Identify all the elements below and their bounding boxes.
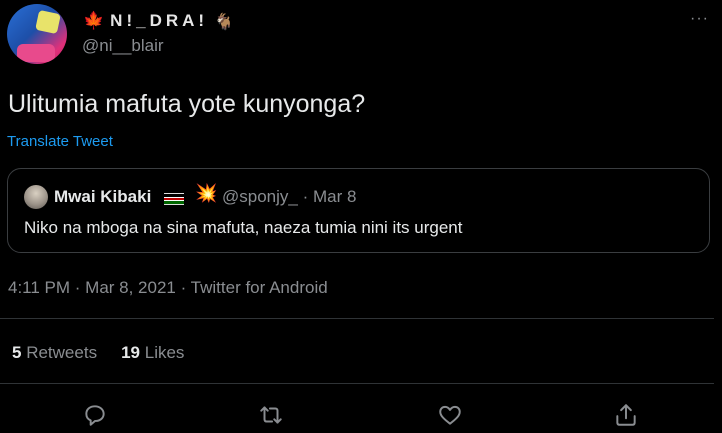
quoted-tweet[interactable]: Mwai Kibaki 💥 @sponjy_ · Mar 8 Niko na m… [7,168,710,253]
likes-label: Likes [144,343,185,362]
likes-stat[interactable]: 19 Likes [121,343,184,362]
tweet-stats: 5 Retweets 19 Likes [12,343,184,363]
retweet-icon[interactable] [258,402,284,428]
author-handle[interactable]: @ni__blair [82,36,164,56]
author-display-name[interactable]: N!_DRA! [110,11,208,31]
quoted-author-name: Mwai Kibaki [54,187,152,206]
avatar-patch [35,9,61,35]
divider [0,318,714,319]
quoted-avatar [24,185,48,209]
goat-icon: 🐐 [214,11,234,31]
reply-icon[interactable] [82,402,108,428]
avatar-patch [17,44,55,62]
more-options-icon[interactable]: ··· [690,10,709,28]
kenya-flag-icon [164,193,184,206]
retweets-count: 5 [12,343,22,362]
retweets-stat[interactable]: 5 Retweets [12,343,97,362]
quoted-text: Niko na mboga na sina mafuta, naeza tumi… [24,218,463,237]
translate-tweet-link[interactable]: Translate Tweet [7,133,113,150]
likes-count: 19 [121,343,140,362]
tweet-text: Ulitumia mafuta yote kunyonga? [8,90,366,118]
collision-icon: 💥 [195,183,218,204]
tweet-timestamp[interactable]: 4:11 PM · Mar 8, 2021 · Twitter for Andr… [8,278,328,298]
divider [0,383,714,384]
like-icon[interactable] [437,402,463,428]
quoted-handle-date: @sponjy_ · Mar 8 [222,187,357,206]
author-avatar[interactable] [7,4,67,64]
retweets-label: Retweets [26,343,98,362]
maple-leaf-icon: 🍁 [83,11,105,31]
share-icon[interactable] [613,402,639,428]
author-name-row[interactable]: 🍁 N!_DRA! 🐐 [83,11,234,31]
